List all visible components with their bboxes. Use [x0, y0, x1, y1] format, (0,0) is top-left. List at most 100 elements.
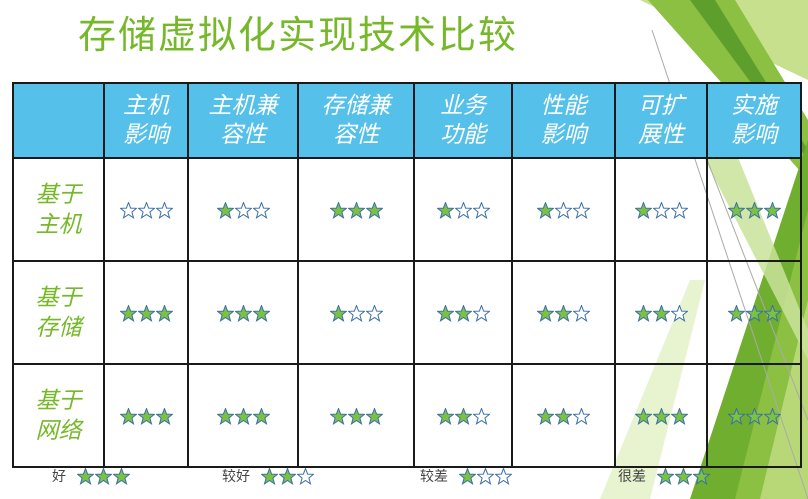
header-cell: 性能 影响	[511, 82, 616, 159]
header-cell: 可扩 展性	[614, 82, 708, 159]
rating-stars	[537, 200, 591, 219]
rating-stars	[436, 303, 490, 322]
star-outline-icon	[252, 202, 270, 219]
legend-label: 很差	[618, 469, 646, 485]
rating-stars	[119, 303, 173, 322]
star-outline-icon	[573, 202, 590, 219]
star-outline-icon	[670, 202, 688, 219]
star-outline-icon	[347, 305, 365, 322]
star-filled-icon	[119, 305, 137, 322]
star-filled-icon	[656, 467, 674, 485]
star-outline-icon	[476, 467, 494, 485]
star-outline-icon	[119, 202, 137, 219]
rating-cell	[297, 363, 415, 468]
comparison-table: 主机 影响 主机兼 容性 存储兼 容性 业务 功能 性能 影响 可扩 展性 实施 影响 基于主…	[12, 82, 802, 468]
row-label: 基于 存储	[35, 284, 82, 341]
rating-stars	[329, 303, 383, 322]
header-label: 主机兼 容性	[208, 92, 278, 148]
star-filled-icon	[436, 202, 454, 219]
rating-cell	[103, 363, 189, 468]
star-outline-icon	[472, 202, 490, 219]
star-outline-icon	[670, 305, 688, 322]
rating-stars	[634, 406, 688, 425]
header-label: 可扩 展性	[638, 92, 684, 148]
rating-stars	[119, 200, 173, 219]
star-filled-icon	[436, 305, 454, 322]
rating-stars	[634, 200, 688, 219]
rating-cell	[614, 363, 708, 468]
star-filled-icon	[670, 408, 688, 425]
star-filled-icon	[652, 305, 670, 322]
rating-stars	[329, 406, 383, 425]
table-row: 基于 主机	[12, 157, 802, 262]
header-label: 主机 影响	[123, 92, 169, 148]
row-header-cell: 基于 主机	[12, 157, 105, 262]
star-filled-icon	[537, 202, 554, 219]
legend-item: 较好	[222, 466, 314, 486]
star-outline-icon	[573, 305, 590, 322]
header-cell: 主机兼 容性	[187, 82, 299, 159]
star-filled-icon	[555, 305, 572, 322]
rating-stars	[216, 303, 270, 322]
rating-cell	[297, 260, 415, 365]
rating-cell	[614, 157, 708, 262]
rating-cell	[103, 157, 189, 262]
star-filled-icon	[94, 467, 112, 485]
star-filled-icon	[347, 202, 365, 219]
star-filled-icon	[634, 202, 652, 219]
star-filled-icon	[76, 467, 94, 485]
legend-label: 较差	[420, 469, 448, 485]
header-label: 业务 功能	[440, 92, 486, 148]
header-label: 性能 影响	[540, 92, 587, 148]
rating-cell	[511, 363, 616, 468]
star-outline-icon	[652, 202, 670, 219]
rating-cell	[413, 157, 513, 262]
star-outline-icon	[137, 202, 155, 219]
star-outline-icon	[155, 202, 173, 219]
star-filled-icon	[112, 467, 130, 485]
rating-stars	[727, 406, 781, 425]
legend-stars	[260, 467, 314, 485]
star-filled-icon	[634, 408, 652, 425]
star-filled-icon	[137, 305, 155, 322]
rating-cell	[706, 260, 802, 365]
rating-stars	[436, 200, 490, 219]
star-filled-icon	[216, 305, 234, 322]
star-outline-icon	[573, 408, 590, 425]
star-filled-icon	[216, 202, 234, 219]
star-filled-icon	[365, 202, 383, 219]
star-outline-icon	[472, 408, 490, 425]
star-filled-icon	[555, 408, 572, 425]
legend-stars	[656, 467, 710, 485]
star-filled-icon	[763, 202, 781, 219]
star-filled-icon	[727, 305, 745, 322]
star-filled-icon	[692, 467, 710, 485]
rating-cell	[706, 157, 802, 262]
star-filled-icon	[537, 408, 554, 425]
rating-cell	[187, 260, 299, 365]
header-label: 实施 影响	[731, 92, 777, 148]
header-cell: 主机 影响	[103, 82, 189, 159]
star-filled-icon	[260, 467, 278, 485]
star-outline-icon	[555, 202, 572, 219]
rating-cell	[413, 363, 513, 468]
star-filled-icon	[365, 408, 383, 425]
rating-stars	[634, 303, 688, 322]
star-filled-icon	[347, 408, 365, 425]
star-filled-icon	[727, 202, 745, 219]
header-corner	[12, 82, 105, 159]
rating-cell	[297, 157, 415, 262]
rating-cell	[511, 260, 616, 365]
star-filled-icon	[329, 202, 347, 219]
rating-stars	[727, 303, 781, 322]
star-filled-icon	[763, 305, 781, 322]
star-filled-icon	[252, 408, 270, 425]
legend-item: 好	[52, 466, 130, 486]
rating-stars	[436, 406, 490, 425]
rating-stars	[216, 406, 270, 425]
star-outline-icon	[494, 467, 512, 485]
star-outline-icon	[234, 202, 252, 219]
table-row: 基于 网络	[12, 363, 802, 468]
star-filled-icon	[537, 305, 554, 322]
rating-cell	[103, 260, 189, 365]
